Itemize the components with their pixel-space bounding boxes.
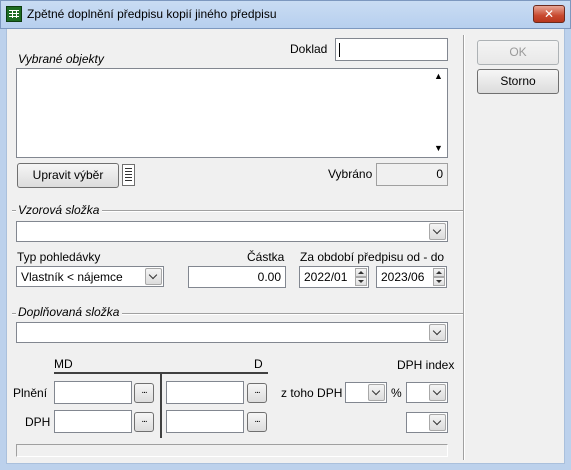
close-button[interactable]: ✕ [533, 5, 565, 23]
app-icon [6, 6, 22, 22]
plneni-md-browse-button[interactable]: ... [134, 383, 154, 403]
vybrane-objekty-scrollbar[interactable]: ▲ ▼ [432, 69, 447, 157]
dph-index-select[interactable] [406, 382, 448, 403]
obdobi-do-spinner[interactable]: 2023/06 [376, 266, 447, 288]
typ-pohledavky-label: Typ pohledávky [17, 250, 101, 264]
spin-up-icon[interactable] [355, 268, 367, 277]
dph-index-label: DPH index [397, 358, 455, 372]
chevron-down-icon[interactable] [368, 384, 385, 401]
chevron-down-icon[interactable] [429, 414, 446, 431]
castka-label: Částka [247, 250, 285, 264]
spin-down-icon[interactable] [355, 277, 367, 286]
ok-button[interactable]: OK [477, 40, 559, 65]
chevron-down-icon[interactable] [429, 324, 446, 341]
vzorova-group-label: Vzorová složka [16, 203, 103, 217]
dph-index-select-2[interactable] [406, 412, 448, 433]
plneni-md-input[interactable] [54, 381, 132, 404]
dph-d-browse-button[interactable]: ... [247, 412, 267, 432]
castka-input[interactable]: 0.00 [188, 266, 286, 288]
chevron-down-icon[interactable] [429, 384, 446, 401]
chevron-down-icon[interactable] [429, 223, 446, 240]
plneni-d-browse-button[interactable]: ... [247, 383, 267, 403]
vybrane-objekty-label: Vybrané objekty [18, 52, 104, 66]
doklad-label: Doklad [290, 42, 328, 56]
typ-pohledavky-value: Vlastník < nájemce [21, 270, 123, 284]
account-vertical-line [160, 372, 162, 438]
list-icon[interactable] [122, 164, 135, 186]
vybrane-objekty-list[interactable]: ▲ ▼ [16, 68, 448, 158]
right-panel-divider [463, 35, 465, 460]
chevron-down-icon[interactable] [145, 268, 162, 285]
dph-md-input[interactable] [54, 410, 132, 433]
spin-up-icon[interactable] [433, 268, 445, 277]
dph-label: DPH [25, 415, 51, 429]
plneni-d-input[interactable] [166, 381, 244, 404]
obdobi-label: Za období předpisu od - do [300, 250, 445, 264]
doplnovana-group-label: Doplňovaná složka [16, 305, 123, 319]
typ-pohledavky-select[interactable]: Vlastník < nájemce [16, 266, 164, 287]
md-label: MD [54, 357, 73, 371]
window-title: Zpětné doplnění předpisu kopií jiného př… [27, 7, 277, 21]
status-bar [16, 444, 448, 457]
window-frame-right [565, 29, 571, 470]
obdobi-od-value: 2022/01 [304, 270, 348, 284]
doplnovana-slozka-select[interactable] [16, 322, 448, 343]
obdobi-od-spinner[interactable]: 2022/01 [299, 266, 369, 288]
dph-d-input[interactable] [166, 410, 244, 433]
dph-md-browse-button[interactable]: ... [134, 412, 154, 432]
cancel-button[interactable]: Storno [477, 69, 559, 94]
z-toho-dph-label: z toho DPH [281, 386, 343, 400]
z-toho-dph-select[interactable] [345, 382, 387, 403]
vzorova-slozka-select[interactable] [16, 221, 448, 242]
window-frame-bottom [0, 464, 571, 470]
scroll-down-icon[interactable]: ▼ [434, 143, 443, 153]
text-caret [339, 43, 340, 57]
vybrano-value: 0 [376, 163, 448, 186]
percent-label: % [391, 386, 402, 400]
scroll-up-icon[interactable]: ▲ [434, 71, 443, 81]
doklad-input[interactable] [335, 38, 448, 61]
upravit-vyber-button[interactable]: Upravit výběr [17, 163, 119, 188]
vybrano-label: Vybráno [328, 167, 373, 181]
spin-down-icon[interactable] [433, 277, 445, 286]
plneni-label: Plnění [13, 386, 48, 400]
obdobi-do-value: 2023/06 [381, 270, 425, 284]
d-label: D [254, 357, 263, 371]
